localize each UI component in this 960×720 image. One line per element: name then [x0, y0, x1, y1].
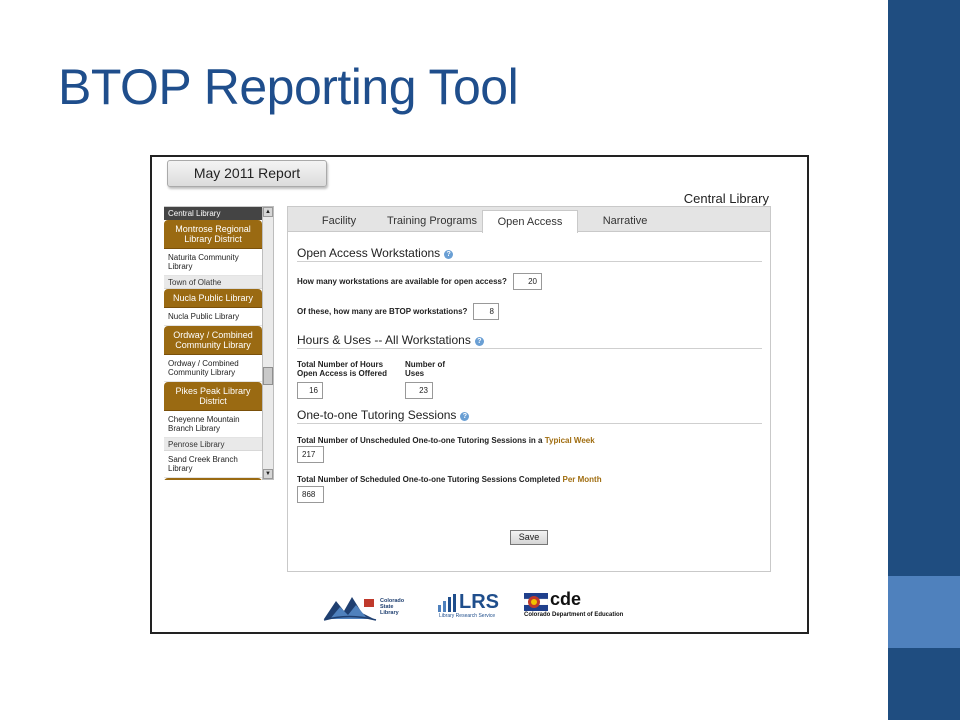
section-divider — [297, 423, 762, 424]
question-scheduled-text: Total Number of Scheduled One-to-one Tut… — [297, 475, 563, 484]
sidebar-item-naturita[interactable]: Naturita Community Library — [164, 249, 262, 276]
mountain-book-icon — [323, 597, 377, 621]
bar-chart-icon — [438, 594, 456, 612]
tab-facility[interactable]: Facility — [298, 210, 380, 232]
scroll-up-arrow-icon[interactable]: ▲ — [263, 207, 273, 217]
number-of-uses-input[interactable]: 23 — [405, 382, 433, 399]
scroll-thumb[interactable] — [263, 367, 273, 385]
cde-wordmark: cde — [550, 589, 582, 609]
question-btop-workstations: Of these, how many are BTOP workstations… — [297, 307, 468, 316]
help-icon[interactable]: ? — [444, 250, 454, 259]
btop-workstations-input[interactable]: 8 — [473, 303, 499, 320]
sidebar-item-nucla[interactable]: Nucla Public Library — [164, 308, 262, 326]
sidebar-item-ordway[interactable]: Ordway / Combined Community Library — [164, 355, 262, 382]
accent-band-bottom — [888, 648, 960, 720]
typical-week-link[interactable]: Typical Week — [545, 436, 595, 445]
accent-band-middle — [888, 576, 960, 648]
label-hours-line-2: Open Access is Offered — [297, 369, 387, 378]
label-number-of-uses: Number of Uses — [405, 360, 445, 378]
question-unscheduled-sessions: Total Number of Unscheduled One-to-one T… — [297, 436, 595, 445]
tab-training-programs[interactable]: Training Programs — [384, 210, 480, 232]
section-tutoring: One-to-one Tutoring Sessions? — [297, 408, 470, 422]
unscheduled-sessions-input[interactable]: 217 — [297, 446, 324, 463]
section-hours-uses: Hours & Uses -- All Workstations? — [297, 333, 484, 347]
sidebar-district-montrose[interactable]: Montrose Regional Library District — [164, 220, 262, 249]
question-workstations: How many workstations are available for … — [297, 277, 507, 286]
branch-name: Central Library — [683, 191, 769, 206]
tab-narrative[interactable]: Narrative — [584, 210, 666, 232]
accent-band-top — [888, 0, 960, 576]
cde-logo: cde Colorado Department of Education — [522, 589, 642, 623]
section-open-access: Open Access Workstations? — [297, 246, 454, 260]
section-open-access-title: Open Access Workstations — [297, 246, 441, 260]
sidebar-district-partial — [164, 478, 262, 480]
label-uses-line-1: Number of — [405, 360, 445, 369]
workstations-input[interactable]: 20 — [513, 273, 542, 290]
slide-title: BTOP Reporting Tool — [58, 59, 519, 115]
sidebar-item-penrose[interactable]: Penrose Library — [164, 438, 262, 451]
csl-word-3: Library — [380, 610, 399, 616]
per-month-link[interactable]: Per Month — [563, 475, 602, 484]
lrs-tagline: Library Research Service — [439, 613, 496, 619]
label-hours-line-1: Total Number of Hours — [297, 360, 384, 369]
library-list-scrollbar[interactable]: ▲ ▼ — [262, 206, 274, 480]
partner-logos: Colorado State Library LRS Library Resea… — [322, 589, 642, 623]
help-icon[interactable]: ? — [460, 412, 470, 421]
cde-tagline: Colorado Department of Education — [524, 612, 624, 618]
scroll-down-arrow-icon[interactable]: ▼ — [263, 469, 273, 479]
sidebar-district-ordway[interactable]: Ordway / Combined Community Library — [164, 326, 262, 355]
question-unscheduled-text: Total Number of Unscheduled One-to-one T… — [297, 436, 545, 445]
screenshot-frame: May 2011 Report Central Library Central … — [150, 155, 809, 634]
help-icon[interactable]: ? — [474, 337, 484, 346]
csl-wordmark: Colorado State Library — [380, 598, 404, 616]
colorado-state-library-logo: Colorado State Library — [322, 591, 422, 623]
report-panel: Facility Training Programs Open Access N… — [287, 206, 771, 572]
hours-offered-input[interactable]: 16 — [297, 382, 323, 399]
save-button[interactable]: Save — [510, 530, 548, 545]
question-scheduled-sessions: Total Number of Scheduled One-to-one Tut… — [297, 475, 602, 484]
section-hours-uses-title: Hours & Uses -- All Workstations — [297, 333, 471, 347]
lrs-logo: LRS Library Research Service — [437, 591, 512, 623]
report-tabs: Facility Training Programs Open Access N… — [288, 207, 770, 233]
label-uses-line-2: Uses — [405, 369, 425, 378]
section-divider — [297, 348, 762, 349]
section-tutoring-title: One-to-one Tutoring Sessions — [297, 408, 457, 422]
label-hours-offered: Total Number of Hours Open Access is Off… — [297, 360, 387, 378]
library-list: Central Library Montrose Regional Librar… — [164, 206, 262, 480]
report-month-tab[interactable]: May 2011 Report — [167, 160, 327, 187]
sidebar-item-olathe[interactable]: Town of Olathe — [164, 276, 262, 289]
scheduled-sessions-input[interactable]: 868 — [297, 486, 324, 503]
sidebar-item-sand-creek[interactable]: Sand Creek Branch Library — [164, 451, 262, 478]
colorado-flag-icon — [524, 593, 548, 611]
tab-open-access[interactable]: Open Access — [482, 210, 578, 233]
lrs-wordmark: LRS — [459, 591, 499, 613]
sidebar-item-cheyenne-mountain[interactable]: Cheyenne Mountain Branch Library — [164, 411, 262, 438]
sidebar-item-central-library[interactable]: Central Library — [164, 207, 262, 220]
section-divider — [297, 261, 762, 262]
sidebar-district-pikes-peak[interactable]: Pikes Peak Library District — [164, 382, 262, 411]
sidebar-district-nucla[interactable]: Nucla Public Library — [164, 289, 262, 308]
